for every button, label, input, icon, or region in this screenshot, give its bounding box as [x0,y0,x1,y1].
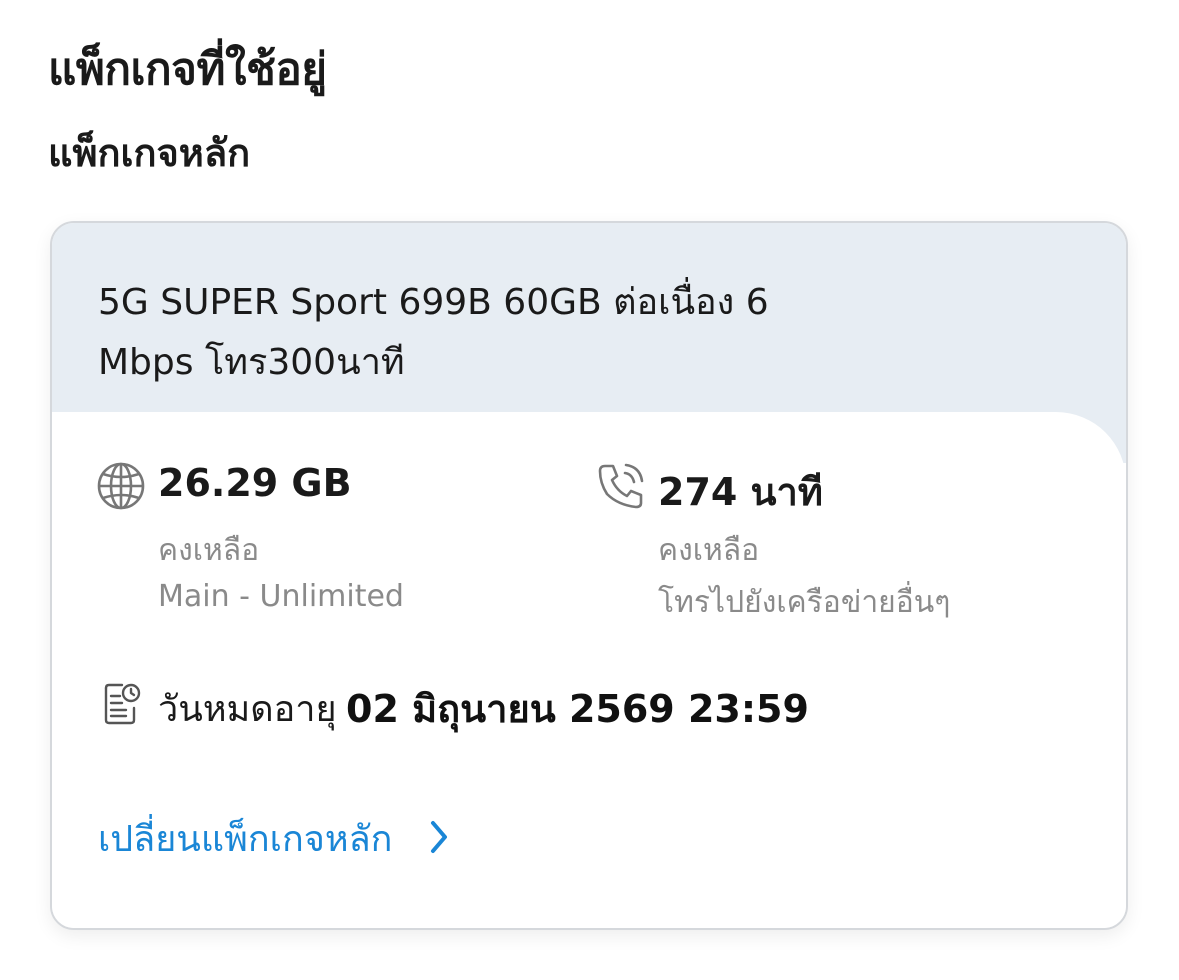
phone-icon [598,463,644,509]
data-balance-value: 26.29 GB [158,461,352,505]
expiry-label: วันหมดอายุ [158,689,337,730]
expiry-date: 02 มิถุนายน 2569 23:59 [346,687,809,731]
data-balance-label: คงเหลือ [158,533,260,568]
voice-balance-sub: โทรไปยังเครือข่ายอื่นๆ [658,585,951,620]
data-balance-sub: Main - Unlimited [158,579,404,614]
voice-balance-label: คงเหลือ [658,533,760,568]
change-main-package-label: เปลี่ยนแพ็กเกจหลัก [98,819,393,860]
section-title: แพ็กเกจหลัก [48,131,251,175]
package-name: 5G SUPER Sport 699B 60GB ต่อเนื่อง 6 Mbp… [98,282,769,383]
current-package-page: แพ็กเกจที่ใช้อยู่ แพ็กเกจหลัก 5G SUPER S… [0,0,1179,980]
chevron-right-icon [431,821,447,853]
voice-balance-value: 274 นาที [658,470,823,514]
main-package-card: 5G SUPER Sport 699B 60GB ต่อเนื่อง 6 Mbp… [50,221,1128,930]
expiry-document-icon [104,683,141,725]
globe-icon [97,462,145,510]
page-title: แพ็กเกจที่ใช้อยู่ [48,44,327,95]
